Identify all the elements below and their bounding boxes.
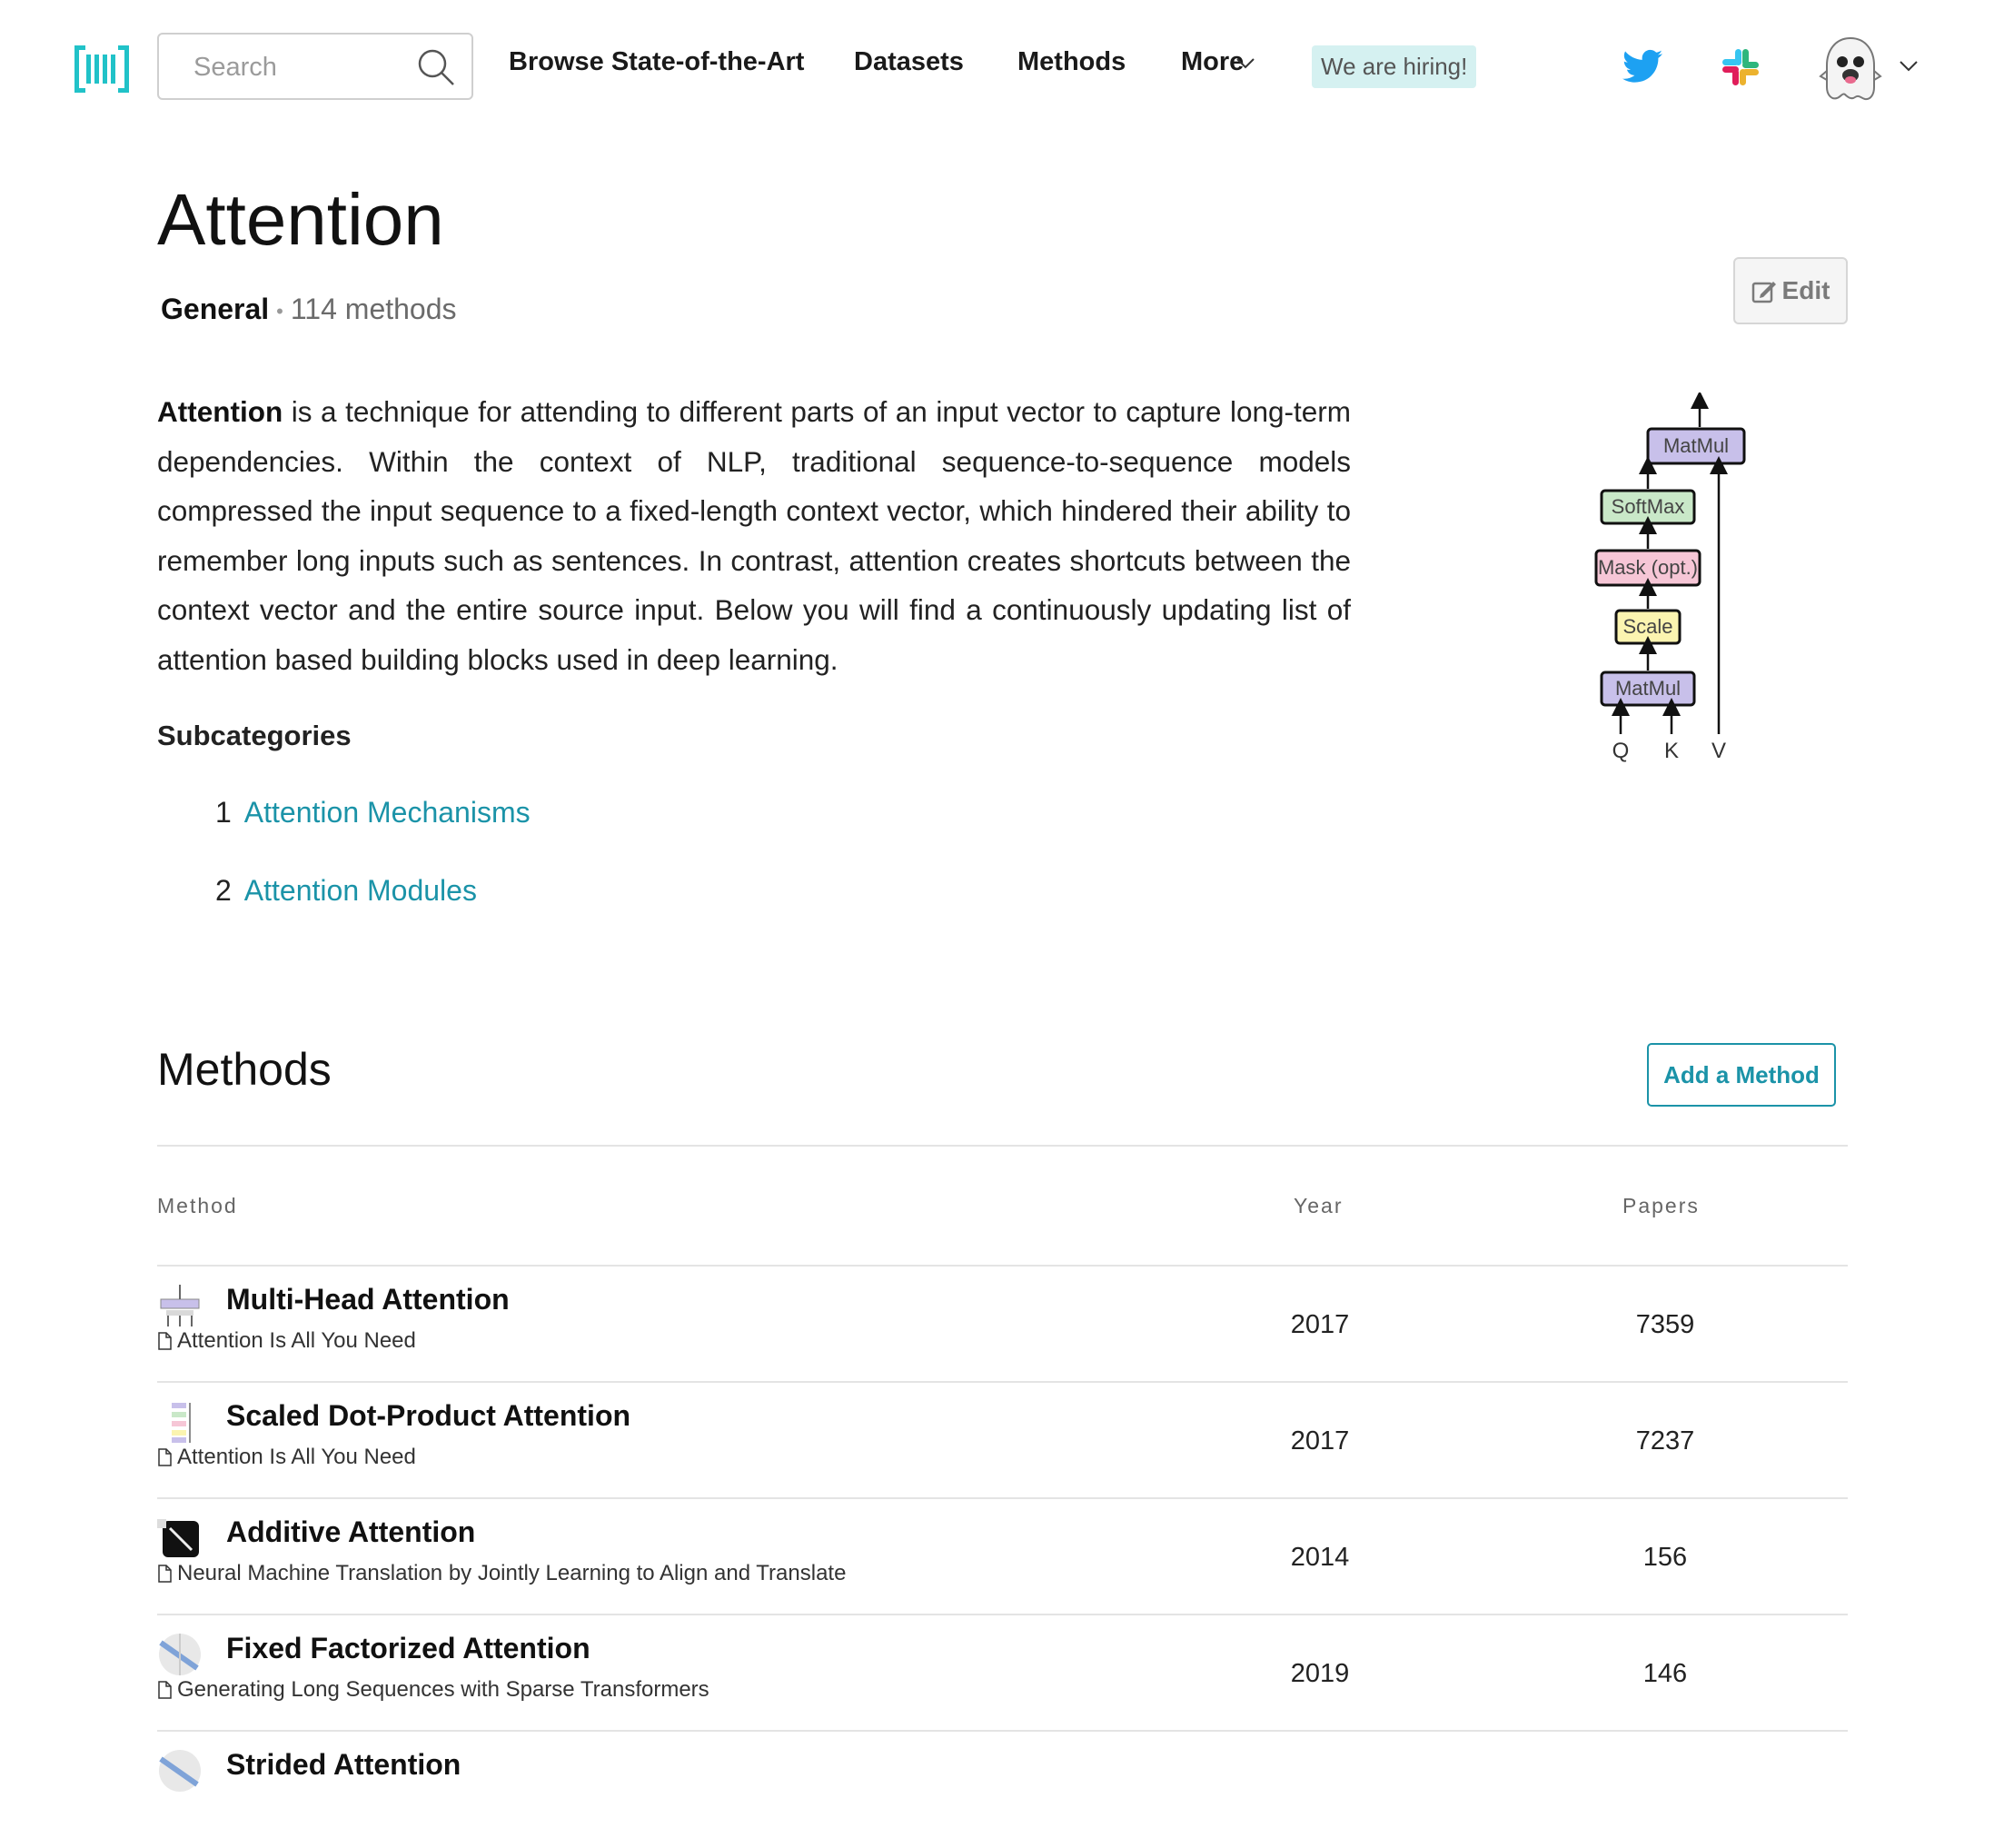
description-bold-term: Attention (157, 395, 283, 428)
paper-title[interactable]: Generating Long Sequences with Sparse Tr… (177, 1677, 709, 1703)
document-icon (158, 1681, 172, 1699)
method-paper[interactable]: Attention Is All You Need (157, 1445, 416, 1470)
document-icon (158, 1565, 172, 1583)
subcategory-item: 2 Attention Modules (215, 874, 477, 908)
slack-icon[interactable] (1721, 47, 1761, 87)
papers-with-code-logo-icon[interactable] (74, 45, 129, 93)
description-text: is a technique for attending to differen… (157, 395, 1351, 676)
method-year: 2017 (1290, 1310, 1350, 1339)
subcategory-number: 2 (215, 874, 232, 907)
method-thumbnail-icon (159, 1750, 201, 1792)
method-name-link[interactable]: Multi-Head Attention (226, 1283, 510, 1316)
search-input[interactable] (192, 35, 404, 100)
diagram-box-label: MatMul (1615, 677, 1681, 700)
twitter-icon[interactable] (1622, 49, 1662, 84)
method-thumbnail-icon (172, 1403, 191, 1443)
nav-more[interactable]: More (1181, 47, 1244, 77)
table-row[interactable]: Strided Attention (157, 1732, 1848, 1848)
subcategories-heading: Subcategories (157, 720, 352, 751)
document-icon (158, 1448, 172, 1466)
method-name-link[interactable]: Additive Attention (226, 1515, 475, 1549)
subcategory-number: 1 (215, 796, 232, 829)
method-year: 2019 (1290, 1659, 1350, 1688)
column-header-papers[interactable]: Papers (1622, 1194, 1700, 1218)
nav-browse-sota[interactable]: Browse State-of-the-Art (509, 47, 804, 77)
chevron-down-icon[interactable] (1899, 60, 1919, 73)
method-paper-count: 7359 (1635, 1310, 1695, 1339)
divider (157, 1145, 1848, 1147)
hiring-badge[interactable]: We are hiring! (1312, 45, 1477, 88)
paper-title[interactable]: Attention Is All You Need (177, 1328, 416, 1354)
method-thumbnail-icon (157, 1519, 199, 1557)
search-icon[interactable] (417, 48, 455, 86)
column-header-year[interactable]: Year (1294, 1194, 1343, 1218)
method-year: 2014 (1290, 1543, 1350, 1572)
subcategory-link-attention-modules[interactable]: Attention Modules (244, 874, 477, 907)
area-link[interactable]: General (161, 293, 269, 325)
diagram-input-label: K (1664, 739, 1679, 763)
method-thumbnail-icon (160, 1285, 200, 1326)
table-row[interactable]: Multi-Head Attention Attention Is All Yo… (157, 1267, 1848, 1383)
nav-methods[interactable]: Methods (1017, 47, 1126, 77)
method-paper[interactable]: Neural Machine Translation by Jointly Le… (157, 1561, 846, 1586)
method-count: 114 methods (290, 293, 457, 325)
search-box[interactable] (157, 33, 473, 100)
page-title: Attention (157, 179, 444, 260)
subcategory-item: 1 Attention Mechanisms (215, 796, 531, 830)
diagram-box-label: SoftMax (1612, 495, 1685, 518)
diagram-input-label: Q (1612, 739, 1630, 763)
edit-label: Edit (1781, 276, 1830, 304)
method-name-link[interactable]: Strided Attention (226, 1748, 461, 1782)
document-icon (158, 1332, 172, 1350)
user-avatar-ghost-icon[interactable] (1819, 35, 1882, 104)
paper-title[interactable]: Neural Machine Translation by Jointly Le… (177, 1561, 846, 1586)
method-year: 2017 (1290, 1426, 1350, 1456)
nav-datasets[interactable]: Datasets (854, 47, 964, 77)
add-method-button[interactable]: Add a Method (1647, 1043, 1836, 1107)
table-row[interactable]: Fixed Factorized Attention Generating Lo… (157, 1615, 1848, 1732)
diagram-box-label: Mask (opt.) (1598, 556, 1698, 579)
paper-title[interactable]: Attention Is All You Need (177, 1445, 416, 1470)
diagram-box-label: Scale (1622, 615, 1672, 638)
separator-dot: • (276, 299, 283, 323)
method-paper[interactable]: Attention Is All You Need (157, 1328, 416, 1354)
method-name-link[interactable]: Fixed Factorized Attention (226, 1632, 590, 1665)
area-meta: General • 114 methods (161, 293, 457, 326)
top-navbar: Browse State-of-the-Art Datasets Methods… (0, 0, 2004, 136)
edit-button[interactable]: Edit (1733, 257, 1848, 324)
edit-icon (1751, 282, 1776, 303)
method-paper-count: 146 (1642, 1659, 1688, 1688)
methods-heading: Methods (157, 1044, 332, 1095)
description: Attention is a technique for attending t… (157, 387, 1351, 685)
method-paper-count: 7237 (1635, 1426, 1695, 1456)
column-header-method[interactable]: Method (157, 1194, 238, 1218)
table-row[interactable]: Additive Attention Neural Machine Transl… (157, 1499, 1848, 1615)
diagram-input-label: V (1711, 739, 1726, 763)
table-row[interactable]: Scaled Dot-Product Attention Attention I… (157, 1383, 1848, 1499)
subcategory-link-attention-mechanisms[interactable]: Attention Mechanisms (244, 796, 531, 829)
method-paper-count: 156 (1642, 1543, 1688, 1572)
method-thumbnail-icon (159, 1634, 201, 1675)
attention-diagram-image: MatMul SoftMax Mask (opt.) Scale MatMul … (1594, 392, 1746, 763)
method-paper[interactable]: Generating Long Sequences with Sparse Tr… (157, 1677, 709, 1703)
chevron-down-icon[interactable] (1235, 56, 1255, 71)
method-name-link[interactable]: Scaled Dot-Product Attention (226, 1399, 630, 1433)
diagram-box-label: MatMul (1663, 434, 1729, 457)
